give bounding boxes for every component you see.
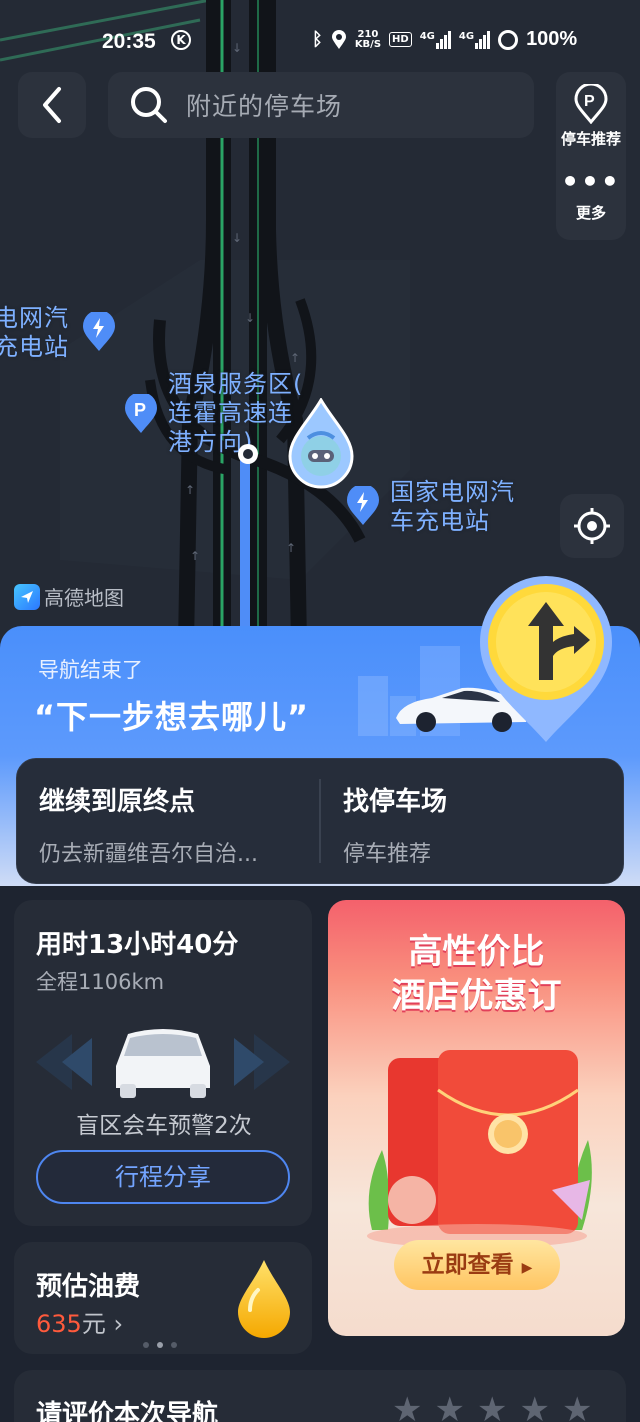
fuel-amount-value: 635	[36, 1310, 82, 1338]
chevron-right-icon: ›	[113, 1310, 124, 1338]
bluetooth-icon: ᛒ	[312, 29, 323, 50]
svg-text:↑: ↑	[290, 351, 300, 365]
side-panel: P 停车推荐 ••• 更多	[556, 72, 626, 240]
carousel-dot[interactable]	[143, 1342, 149, 1348]
search-bar[interactable]: 附近的停车场	[108, 72, 534, 138]
fuel-title: 预估油费	[36, 1272, 141, 1302]
fuel-amount: 635元 ›	[36, 1304, 123, 1339]
search-placeholder: 附近的停车场	[186, 92, 343, 121]
oil-drop-icon	[238, 1260, 290, 1338]
more-button[interactable]: ••• 更多	[556, 165, 626, 223]
trip-summary-card[interactable]: 用时13小时40分 全程1106km 盲区会车预警2次 行程分享	[14, 900, 312, 1226]
net-speed: 210 KB/S	[354, 29, 382, 50]
map-label-line: 车充电站	[390, 507, 490, 535]
fuel-cost-card[interactable]: 预估油费 635元 ›	[14, 1242, 312, 1354]
crosshair-icon	[574, 508, 610, 544]
trip-duration: 用时13小时40分	[36, 930, 239, 960]
carousel-dot-active[interactable]	[157, 1342, 163, 1348]
destination-actions-card: 继续到原终点 仍去新疆维吾尔自治... 找停车场 停车推荐	[16, 758, 624, 884]
continue-subtitle: 仍去新疆维吾尔自治...	[39, 842, 258, 867]
share-trip-button[interactable]: 行程分享	[36, 1150, 290, 1204]
hotel-ad-banner[interactable]: 高性价比 酒店优惠订 立即查看 ▶	[328, 900, 625, 1336]
map-label-line: 国家电网汽	[390, 478, 515, 506]
carousel-dots	[143, 1342, 177, 1348]
status-icons: ᛒ 210 KB/S HD 4G 4G 100%	[312, 28, 577, 51]
play-triangle-icon: ▶	[521, 1260, 533, 1276]
rating-card: 请评价本次导航 ★ ★ ★ ★ ★	[14, 1370, 626, 1422]
current-position-dot-icon	[238, 444, 258, 464]
network-label: 4G	[458, 30, 475, 42]
rating-title: 请评价本次导航	[36, 1400, 219, 1422]
star-icon[interactable]: ★	[477, 1390, 507, 1422]
map-label-line: 电网汽	[0, 304, 69, 332]
blind-spot-warning-text: 盲区会车预警2次	[76, 1113, 252, 1139]
network-label: 4G	[419, 30, 435, 42]
battery-level: 100%	[526, 28, 578, 50]
navigator-avatar-icon	[288, 398, 354, 489]
amap-attribution-text: 高德地图	[44, 586, 124, 610]
more-dots-icon: •••	[561, 165, 621, 198]
svg-text:↑: ↑	[286, 541, 296, 555]
star-icon[interactable]: ★	[392, 1390, 422, 1422]
svg-text:↑: ↑	[185, 483, 195, 497]
chevron-left-icon	[43, 87, 61, 123]
svg-text:P: P	[134, 400, 146, 420]
charging-poi-icon-right[interactable]	[346, 486, 380, 526]
charging-poi-icon[interactable]	[82, 312, 116, 352]
hd-badge: HD	[389, 32, 412, 47]
battery-ring-icon	[498, 29, 519, 50]
find-parking-button[interactable]: 找停车场 停车推荐	[343, 781, 447, 868]
ad-headline-line-2: 酒店优惠订	[391, 976, 562, 1016]
net-speed-unit: KB/S	[354, 38, 382, 50]
red-envelope-illustration	[367, 1050, 592, 1248]
search-icon	[131, 87, 167, 123]
parking-recommend-button[interactable]: P 停车推荐	[556, 82, 626, 149]
view-now-label: 立即查看	[421, 1252, 514, 1278]
svg-text:P: P	[584, 93, 595, 110]
map-label-line: 充电站	[0, 333, 69, 361]
car-safety-icon	[36, 1029, 290, 1098]
map-label-line: 连霍高速连	[168, 399, 293, 427]
trip-distance: 全程1106km	[36, 970, 165, 994]
continue-title: 继续到原终点	[39, 787, 196, 817]
star-icon[interactable]: ★	[434, 1390, 464, 1422]
svg-text:↓: ↓	[232, 231, 242, 245]
parking-poi-icon[interactable]: P	[124, 394, 158, 434]
back-button[interactable]	[18, 72, 86, 138]
map-label-charging-left[interactable]: 电网汽 充电站	[0, 304, 69, 362]
divider	[319, 779, 321, 863]
map-label-charging-right[interactable]: 国家电网汽 车充电站	[390, 478, 515, 536]
amap-attribution: 高德地图	[14, 582, 124, 611]
more-label: 更多	[575, 204, 606, 222]
nav-end-title: 导航结束了	[38, 658, 143, 682]
ad-headline-line-1: 高性价比	[408, 932, 545, 972]
signal-icon-2: 4G	[458, 30, 491, 49]
app-root: ↓ ↓ ↓ ↑ ↑ ↑ ↑ 电网汽 充电站 P 酒泉服务区( 连霍高速连 港方向…	[0, 0, 640, 1422]
find-parking-title: 找停车场	[343, 787, 448, 817]
status-time: 20:35	[102, 30, 156, 53]
ad-headline: 高性价比 酒店优惠订	[328, 930, 625, 1018]
parking-pin-icon: P	[574, 82, 608, 125]
location-icon	[331, 29, 346, 49]
find-parking-subtitle: 停车推荐	[343, 842, 432, 867]
turn-arrow-pin-icon	[480, 576, 612, 742]
map-label-line: 酒泉服务区(	[168, 370, 304, 398]
signal-icon-1: 4G	[419, 30, 451, 49]
carousel-dot[interactable]	[171, 1342, 177, 1348]
parking-recommend-label: 停车推荐	[560, 130, 621, 148]
amap-logo-icon	[14, 583, 40, 610]
star-icon[interactable]: ★	[562, 1390, 592, 1422]
svg-text:↑: ↑	[190, 549, 200, 563]
nav-end-subtitle: “下一步想去哪儿”	[34, 698, 310, 736]
continue-to-destination-button[interactable]: 继续到原终点 仍去新疆维吾尔自治...	[39, 781, 258, 868]
star-icon[interactable]: ★	[519, 1390, 549, 1422]
status-bar: 20:35 K ᛒ 210 KB/S HD 4G 4G 100%	[0, 18, 640, 64]
rating-stars: ★ ★ ★ ★ ★	[392, 1390, 592, 1422]
fuel-amount-unit: 元	[81, 1310, 106, 1338]
locate-button[interactable]	[560, 494, 624, 558]
k-app-icon: K	[171, 30, 191, 50]
svg-text:↓: ↓	[245, 311, 255, 325]
view-now-button[interactable]: 立即查看 ▶	[394, 1240, 560, 1290]
